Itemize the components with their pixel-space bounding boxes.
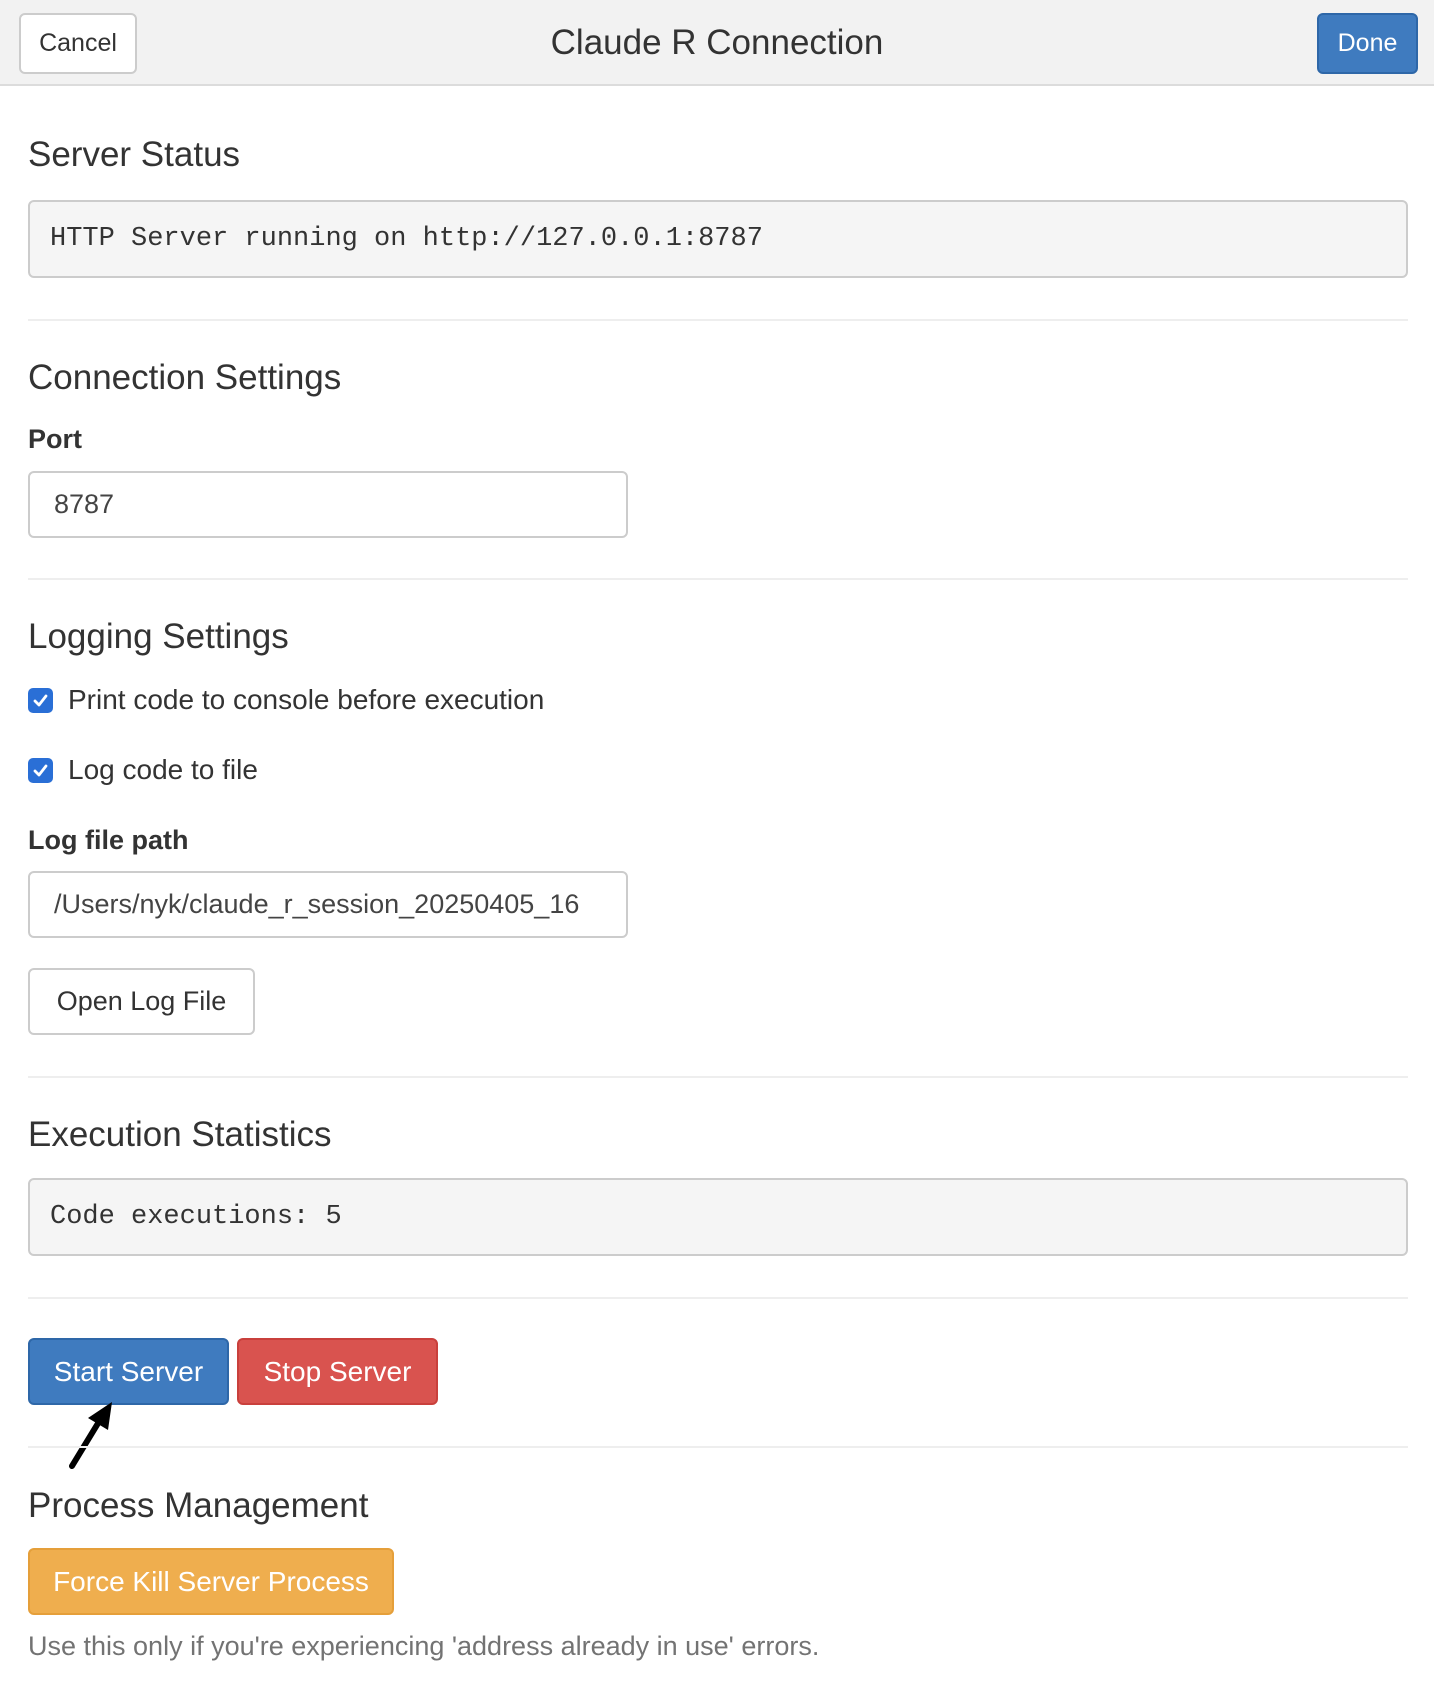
- divider: [28, 1297, 1408, 1299]
- divider: [28, 578, 1408, 580]
- top-bar: [0, 0, 1434, 86]
- execution-statistics-heading: Execution Statistics: [28, 1115, 332, 1154]
- process-management-heading: Process Management: [28, 1486, 369, 1525]
- force-kill-help-text: Use this only if you're experiencing 'ad…: [28, 1631, 820, 1661]
- print-code-label: Print code to console before execution: [68, 684, 545, 715]
- stop-server-button[interactable]: Stop Server: [237, 1338, 438, 1405]
- arrow-annotation-icon: [69, 1402, 112, 1469]
- divider: [28, 319, 1408, 321]
- server-status-output: HTTP Server running on http://127.0.0.1:…: [28, 200, 1408, 278]
- port-label: Port: [28, 424, 82, 454]
- log-path-label: Log file path: [28, 825, 189, 855]
- open-log-file-button[interactable]: Open Log File: [28, 968, 255, 1035]
- log-path-input[interactable]: [28, 871, 628, 938]
- print-code-checkbox[interactable]: [28, 687, 53, 713]
- cancel-button[interactable]: Cancel: [19, 13, 137, 74]
- start-server-button[interactable]: Start Server: [28, 1338, 229, 1405]
- server-status-heading: Server Status: [28, 135, 241, 174]
- force-kill-button[interactable]: Force Kill Server Process: [28, 1548, 394, 1615]
- log-to-file-checkbox[interactable]: [28, 757, 53, 783]
- log-to-file-label: Log code to file: [68, 754, 258, 785]
- done-button[interactable]: Done: [1317, 13, 1418, 74]
- divider: [28, 1446, 1408, 1448]
- log-to-file-option[interactable]: Log code to file: [28, 754, 258, 786]
- execution-statistics-output: Code executions: 5: [28, 1178, 1408, 1256]
- connection-settings-heading: Connection Settings: [28, 358, 342, 397]
- checkmark-icon: [33, 764, 48, 776]
- port-input[interactable]: [28, 471, 628, 538]
- checkmark-icon: [33, 694, 48, 706]
- divider: [28, 1076, 1408, 1078]
- print-code-option[interactable]: Print code to console before execution: [28, 684, 544, 716]
- logging-settings-heading: Logging Settings: [28, 617, 289, 656]
